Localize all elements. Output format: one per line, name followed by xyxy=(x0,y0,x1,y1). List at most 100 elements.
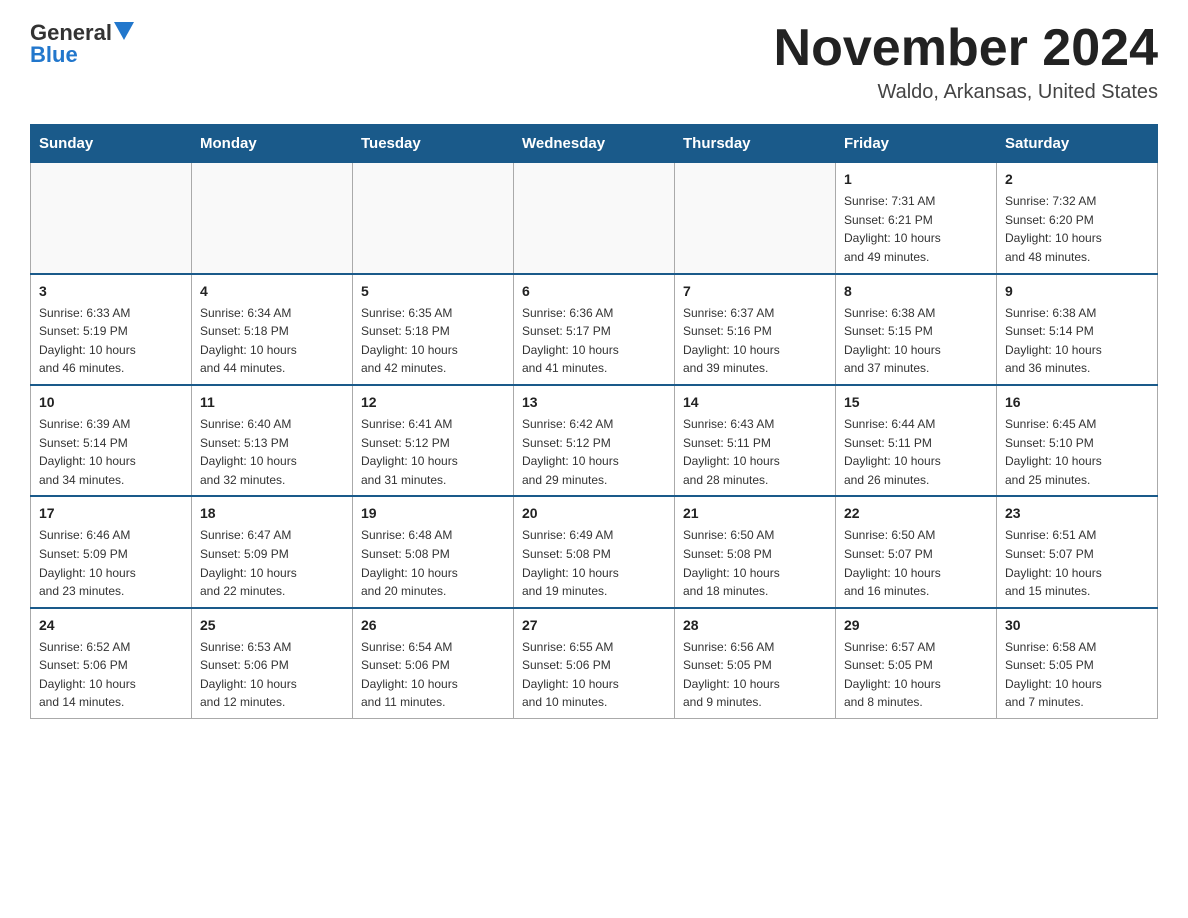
calendar-week-row: 24Sunrise: 6:52 AM Sunset: 5:06 PM Dayli… xyxy=(31,608,1158,719)
day-number: 22 xyxy=(844,503,988,524)
calendar-day-cell xyxy=(353,163,514,274)
day-number: 13 xyxy=(522,392,666,413)
day-info: Sunrise: 6:49 AM Sunset: 5:08 PM Dayligh… xyxy=(522,526,666,600)
calendar-day-cell: 11Sunrise: 6:40 AM Sunset: 5:13 PM Dayli… xyxy=(192,385,353,496)
day-number: 24 xyxy=(39,615,183,636)
calendar-day-cell: 21Sunrise: 6:50 AM Sunset: 5:08 PM Dayli… xyxy=(675,496,836,607)
calendar-day-cell: 4Sunrise: 6:34 AM Sunset: 5:18 PM Daylig… xyxy=(192,274,353,385)
day-info: Sunrise: 6:58 AM Sunset: 5:05 PM Dayligh… xyxy=(1005,638,1149,712)
calendar-day-cell: 27Sunrise: 6:55 AM Sunset: 5:06 PM Dayli… xyxy=(514,608,675,719)
calendar-day-cell: 7Sunrise: 6:37 AM Sunset: 5:16 PM Daylig… xyxy=(675,274,836,385)
calendar-day-cell: 9Sunrise: 6:38 AM Sunset: 5:14 PM Daylig… xyxy=(997,274,1158,385)
day-info: Sunrise: 6:40 AM Sunset: 5:13 PM Dayligh… xyxy=(200,415,344,489)
day-info: Sunrise: 6:43 AM Sunset: 5:11 PM Dayligh… xyxy=(683,415,827,489)
day-info: Sunrise: 6:50 AM Sunset: 5:07 PM Dayligh… xyxy=(844,526,988,600)
day-info: Sunrise: 6:35 AM Sunset: 5:18 PM Dayligh… xyxy=(361,304,505,378)
calendar-day-cell xyxy=(514,163,675,274)
day-info: Sunrise: 6:34 AM Sunset: 5:18 PM Dayligh… xyxy=(200,304,344,378)
calendar-day-cell: 13Sunrise: 6:42 AM Sunset: 5:12 PM Dayli… xyxy=(514,385,675,496)
day-number: 29 xyxy=(844,615,988,636)
day-number: 12 xyxy=(361,392,505,413)
day-info: Sunrise: 7:31 AM Sunset: 6:21 PM Dayligh… xyxy=(844,192,988,266)
day-number: 6 xyxy=(522,281,666,302)
day-info: Sunrise: 6:56 AM Sunset: 5:05 PM Dayligh… xyxy=(683,638,827,712)
calendar-day-cell: 28Sunrise: 6:56 AM Sunset: 5:05 PM Dayli… xyxy=(675,608,836,719)
logo: General Blue xyxy=(30,20,134,68)
header: General Blue November 2024 Waldo, Arkans… xyxy=(30,20,1158,104)
day-number: 3 xyxy=(39,281,183,302)
location-subtitle: Waldo, Arkansas, United States xyxy=(774,81,1158,104)
day-number: 2 xyxy=(1005,169,1149,190)
day-info: Sunrise: 6:50 AM Sunset: 5:08 PM Dayligh… xyxy=(683,526,827,600)
day-info: Sunrise: 6:39 AM Sunset: 5:14 PM Dayligh… xyxy=(39,415,183,489)
day-number: 4 xyxy=(200,281,344,302)
day-number: 23 xyxy=(1005,503,1149,524)
day-number: 17 xyxy=(39,503,183,524)
day-info: Sunrise: 6:57 AM Sunset: 5:05 PM Dayligh… xyxy=(844,638,988,712)
calendar-week-row: 10Sunrise: 6:39 AM Sunset: 5:14 PM Dayli… xyxy=(31,385,1158,496)
calendar-day-cell: 20Sunrise: 6:49 AM Sunset: 5:08 PM Dayli… xyxy=(514,496,675,607)
calendar-week-row: 3Sunrise: 6:33 AM Sunset: 5:19 PM Daylig… xyxy=(31,274,1158,385)
day-number: 9 xyxy=(1005,281,1149,302)
calendar-day-cell: 8Sunrise: 6:38 AM Sunset: 5:15 PM Daylig… xyxy=(836,274,997,385)
day-info: Sunrise: 6:48 AM Sunset: 5:08 PM Dayligh… xyxy=(361,526,505,600)
calendar-day-cell: 1Sunrise: 7:31 AM Sunset: 6:21 PM Daylig… xyxy=(836,163,997,274)
day-number: 16 xyxy=(1005,392,1149,413)
day-number: 11 xyxy=(200,392,344,413)
day-number: 30 xyxy=(1005,615,1149,636)
title-area: November 2024 Waldo, Arkansas, United St… xyxy=(774,20,1158,104)
calendar-day-cell: 23Sunrise: 6:51 AM Sunset: 5:07 PM Dayli… xyxy=(997,496,1158,607)
calendar-day-cell: 29Sunrise: 6:57 AM Sunset: 5:05 PM Dayli… xyxy=(836,608,997,719)
day-number: 18 xyxy=(200,503,344,524)
column-header-monday: Monday xyxy=(192,125,353,163)
day-info: Sunrise: 6:55 AM Sunset: 5:06 PM Dayligh… xyxy=(522,638,666,712)
day-info: Sunrise: 6:38 AM Sunset: 5:14 PM Dayligh… xyxy=(1005,304,1149,378)
calendar-day-cell: 14Sunrise: 6:43 AM Sunset: 5:11 PM Dayli… xyxy=(675,385,836,496)
day-info: Sunrise: 6:47 AM Sunset: 5:09 PM Dayligh… xyxy=(200,526,344,600)
logo-blue: Blue xyxy=(30,42,78,68)
day-number: 26 xyxy=(361,615,505,636)
column-header-friday: Friday xyxy=(836,125,997,163)
day-number: 27 xyxy=(522,615,666,636)
day-info: Sunrise: 6:46 AM Sunset: 5:09 PM Dayligh… xyxy=(39,526,183,600)
column-header-thursday: Thursday xyxy=(675,125,836,163)
calendar-week-row: 1Sunrise: 7:31 AM Sunset: 6:21 PM Daylig… xyxy=(31,163,1158,274)
calendar-day-cell: 17Sunrise: 6:46 AM Sunset: 5:09 PM Dayli… xyxy=(31,496,192,607)
calendar-day-cell: 6Sunrise: 6:36 AM Sunset: 5:17 PM Daylig… xyxy=(514,274,675,385)
logo-triangle-icon xyxy=(114,22,134,40)
day-info: Sunrise: 7:32 AM Sunset: 6:20 PM Dayligh… xyxy=(1005,192,1149,266)
day-number: 28 xyxy=(683,615,827,636)
calendar-header-row: SundayMondayTuesdayWednesdayThursdayFrid… xyxy=(31,125,1158,163)
column-header-tuesday: Tuesday xyxy=(353,125,514,163)
day-number: 15 xyxy=(844,392,988,413)
calendar-day-cell: 18Sunrise: 6:47 AM Sunset: 5:09 PM Dayli… xyxy=(192,496,353,607)
day-info: Sunrise: 6:36 AM Sunset: 5:17 PM Dayligh… xyxy=(522,304,666,378)
calendar-day-cell: 24Sunrise: 6:52 AM Sunset: 5:06 PM Dayli… xyxy=(31,608,192,719)
day-number: 21 xyxy=(683,503,827,524)
calendar-week-row: 17Sunrise: 6:46 AM Sunset: 5:09 PM Dayli… xyxy=(31,496,1158,607)
day-number: 8 xyxy=(844,281,988,302)
day-number: 1 xyxy=(844,169,988,190)
day-info: Sunrise: 6:42 AM Sunset: 5:12 PM Dayligh… xyxy=(522,415,666,489)
day-number: 5 xyxy=(361,281,505,302)
day-info: Sunrise: 6:51 AM Sunset: 5:07 PM Dayligh… xyxy=(1005,526,1149,600)
day-number: 20 xyxy=(522,503,666,524)
calendar-table: SundayMondayTuesdayWednesdayThursdayFrid… xyxy=(30,124,1158,719)
calendar-day-cell: 2Sunrise: 7:32 AM Sunset: 6:20 PM Daylig… xyxy=(997,163,1158,274)
column-header-wednesday: Wednesday xyxy=(514,125,675,163)
column-header-sunday: Sunday xyxy=(31,125,192,163)
calendar-day-cell xyxy=(31,163,192,274)
calendar-day-cell: 22Sunrise: 6:50 AM Sunset: 5:07 PM Dayli… xyxy=(836,496,997,607)
column-header-saturday: Saturday xyxy=(997,125,1158,163)
calendar-day-cell: 16Sunrise: 6:45 AM Sunset: 5:10 PM Dayli… xyxy=(997,385,1158,496)
day-number: 14 xyxy=(683,392,827,413)
day-info: Sunrise: 6:37 AM Sunset: 5:16 PM Dayligh… xyxy=(683,304,827,378)
calendar-day-cell xyxy=(192,163,353,274)
day-info: Sunrise: 6:45 AM Sunset: 5:10 PM Dayligh… xyxy=(1005,415,1149,489)
day-number: 10 xyxy=(39,392,183,413)
day-number: 19 xyxy=(361,503,505,524)
day-info: Sunrise: 6:53 AM Sunset: 5:06 PM Dayligh… xyxy=(200,638,344,712)
day-info: Sunrise: 6:54 AM Sunset: 5:06 PM Dayligh… xyxy=(361,638,505,712)
calendar-day-cell: 26Sunrise: 6:54 AM Sunset: 5:06 PM Dayli… xyxy=(353,608,514,719)
day-info: Sunrise: 6:38 AM Sunset: 5:15 PM Dayligh… xyxy=(844,304,988,378)
